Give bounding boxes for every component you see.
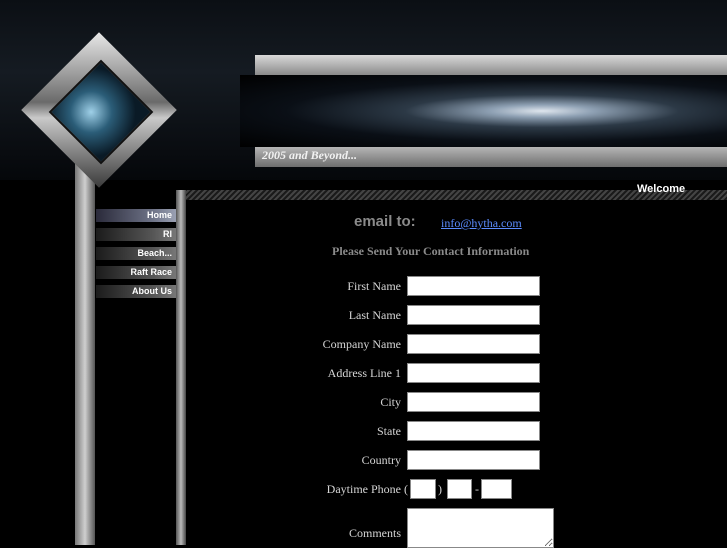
banner-image	[240, 75, 727, 147]
phone-dash: -	[475, 482, 479, 496]
daytime-phone-label: Daytime Phone	[326, 482, 401, 496]
phone-prefix-field[interactable]	[447, 479, 472, 499]
city-field[interactable]	[407, 392, 540, 412]
nav-beach-button[interactable]: Beach...	[96, 247, 176, 260]
state-field[interactable]	[407, 421, 540, 441]
nav-about-us-button[interactable]: About Us	[96, 285, 176, 298]
nav-ri-button[interactable]: RI	[96, 228, 176, 241]
city-label: City	[380, 395, 401, 409]
nav-home-button[interactable]: Home	[96, 209, 176, 222]
email-label: email to:	[354, 213, 416, 230]
email-link[interactable]: info@hytha.com	[441, 216, 522, 231]
address-line-1-label: Address Line 1	[327, 366, 401, 380]
phone-open-paren: (	[404, 482, 408, 496]
first-name-field[interactable]	[407, 276, 540, 296]
phone-line-field[interactable]	[481, 479, 512, 499]
first-name-label: First Name	[347, 279, 401, 293]
address-line-1-field[interactable]	[407, 363, 540, 383]
decorative-bar-right	[176, 190, 186, 545]
comments-label: Comments	[348, 526, 401, 540]
last-name-label: Last Name	[348, 308, 401, 322]
phone-close-paren: )	[438, 482, 442, 496]
nav-raft-race-button[interactable]: Raft Race	[96, 266, 176, 279]
company-name-label: Company Name	[322, 337, 401, 351]
form-heading: Please Send Your Contact Information	[332, 244, 530, 258]
last-name-field[interactable]	[407, 305, 540, 325]
country-field[interactable]	[407, 450, 540, 470]
phone-area-code-field[interactable]	[410, 479, 436, 499]
site-tagline: 2005 and Beyond...	[262, 148, 358, 162]
company-name-field[interactable]	[407, 334, 540, 354]
banner-strip	[255, 55, 727, 75]
country-label: Country	[361, 453, 401, 467]
comments-field[interactable]	[407, 508, 554, 548]
decorative-bar-left	[75, 150, 95, 545]
welcome-label: Welcome	[637, 183, 686, 195]
state-label: State	[377, 424, 401, 438]
